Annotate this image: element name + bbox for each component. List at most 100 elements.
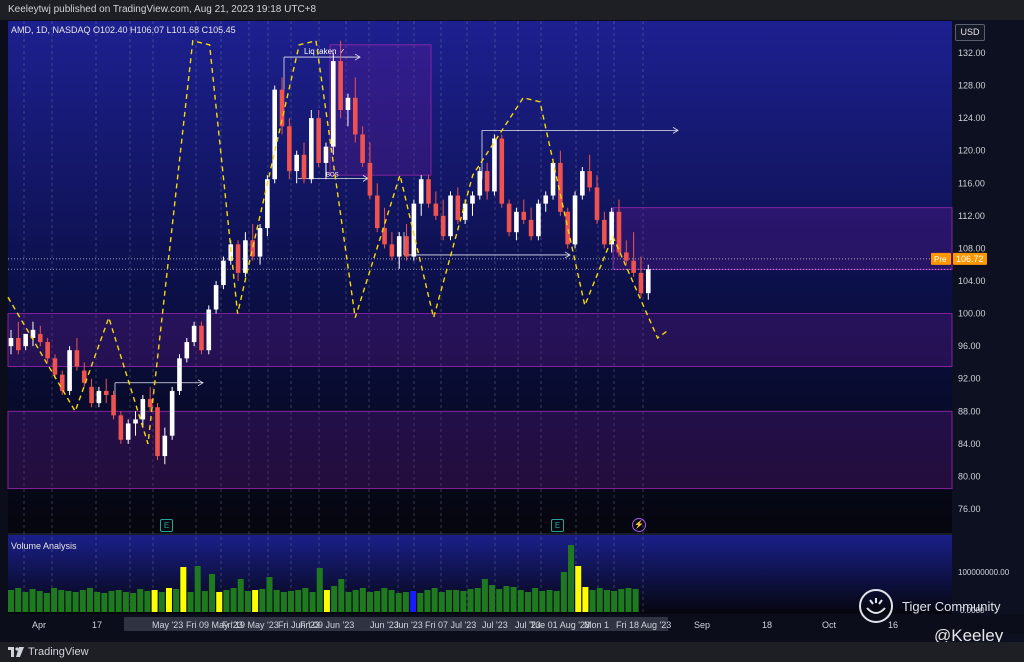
volume-bar	[596, 588, 603, 612]
volume-bar	[273, 590, 280, 612]
candle-body	[367, 162, 373, 196]
volume-bar	[72, 592, 79, 612]
candle-body	[133, 419, 138, 424]
volume-bar	[517, 590, 524, 612]
price-axis-tick-label: 132.00	[958, 48, 986, 58]
volume-bar	[546, 590, 553, 612]
volume-bar	[22, 592, 29, 612]
supply-demand-zone	[7, 410, 953, 490]
volume-bar	[460, 591, 467, 612]
volume-bar	[352, 590, 359, 612]
currency-button[interactable]: USD	[955, 24, 985, 41]
candle-body	[411, 203, 417, 257]
volume-bar	[180, 567, 187, 612]
candle-body	[125, 423, 131, 440]
candle-body	[506, 203, 512, 233]
candle-body	[587, 171, 592, 188]
candle-body	[45, 342, 50, 359]
candle-body	[396, 236, 402, 257]
volume-bar	[288, 591, 295, 612]
candle-body	[8, 338, 14, 347]
candle-body	[184, 342, 190, 359]
volume-bar	[316, 568, 323, 612]
candle-body	[111, 395, 116, 416]
supply-demand-zone	[7, 313, 953, 367]
volume-bar	[503, 586, 510, 612]
candle-body	[243, 240, 248, 273]
price-axis-tick-label: 76.00	[958, 504, 981, 514]
volume-bar	[280, 592, 287, 612]
price-axis-tick-label: 108.00	[958, 243, 986, 253]
volume-bar	[244, 591, 251, 612]
candle-body	[338, 61, 343, 110]
candle-body	[477, 171, 483, 196]
volume-bar	[309, 592, 316, 612]
candle-body	[433, 203, 439, 216]
volume-bar	[130, 593, 137, 612]
time-axis-tick-label: Fri 19 May '23	[222, 620, 279, 630]
volume-bar	[115, 590, 122, 612]
volume-bar	[252, 590, 259, 612]
candle-body	[301, 154, 307, 180]
candle-body	[118, 415, 124, 440]
candle-body	[191, 325, 197, 343]
volume-bar	[151, 590, 158, 612]
candle-body	[147, 399, 153, 408]
publisher-bar: Keeleytwj published on TradingView.com, …	[0, 0, 1024, 20]
volume-bar	[496, 589, 503, 612]
volume-bar	[323, 590, 330, 612]
price-axis-tick-label: 104.00	[958, 276, 986, 286]
premarket-label: Pre	[934, 255, 947, 264]
volume-bar	[122, 592, 129, 612]
volume-bar	[374, 591, 381, 612]
candle-body	[59, 374, 65, 391]
volume-bar	[187, 592, 194, 612]
candle-body	[177, 358, 182, 391]
time-axis-tick-label: Apr	[32, 620, 46, 630]
candle-body	[528, 219, 534, 237]
volume-bar	[302, 588, 309, 612]
time-axis-tick-label: Oct	[822, 620, 837, 630]
price-axis-tick-label: 88.00	[958, 406, 981, 416]
lightning-event-icon[interactable]: ⚡	[632, 518, 646, 532]
price-axis-tick-label: 80.00	[958, 471, 981, 481]
volume-bar	[331, 586, 338, 612]
candle-body	[426, 179, 431, 204]
price-axis-tick-label: 128.00	[958, 81, 986, 91]
volume-bar	[575, 566, 582, 612]
volume-bar	[216, 592, 223, 612]
volume-bar	[29, 589, 36, 612]
earnings-badge[interactable]: E	[160, 519, 173, 532]
volume-bar	[158, 592, 165, 612]
time-axis-tick-label: Mon 1	[584, 620, 609, 630]
volume-bar	[410, 591, 417, 612]
volume-bar	[539, 591, 546, 612]
volume-bar	[237, 579, 244, 612]
symbol-legend: AMD, 1D, NASDAQ O102.40 H106.07 L101.68 …	[11, 25, 236, 35]
candle-body	[23, 333, 28, 347]
candle-body	[162, 435, 168, 457]
volume-bar	[266, 577, 273, 612]
price-axis-tick-label: 84.00	[958, 439, 981, 449]
volume-bar	[209, 574, 216, 612]
volume-bar	[489, 585, 496, 612]
volume-bar	[481, 579, 488, 612]
price-chart[interactable]: 132.00 128.00 124.00 120.00 116.00 112.00 108.…	[0, 20, 1024, 642]
candle-body	[594, 187, 600, 220]
candle-body	[565, 211, 570, 245]
time-axis-tick-label: 17	[92, 620, 102, 630]
candle-body	[221, 260, 226, 286]
candle-body	[316, 118, 321, 163]
candle-body	[74, 350, 80, 367]
volume-bar	[632, 589, 639, 612]
candle-body	[323, 146, 329, 163]
volume-bar	[230, 588, 237, 612]
price-axis-tick-label: 124.00	[958, 113, 986, 123]
volume-bar	[568, 545, 575, 612]
earnings-badge[interactable]: E	[551, 519, 564, 532]
volume-bar	[79, 590, 86, 612]
tradingview-logo[interactable]: TradingView	[8, 642, 89, 662]
volume-bar	[108, 591, 115, 612]
volume-bar	[15, 588, 22, 612]
candle-body	[287, 126, 292, 172]
